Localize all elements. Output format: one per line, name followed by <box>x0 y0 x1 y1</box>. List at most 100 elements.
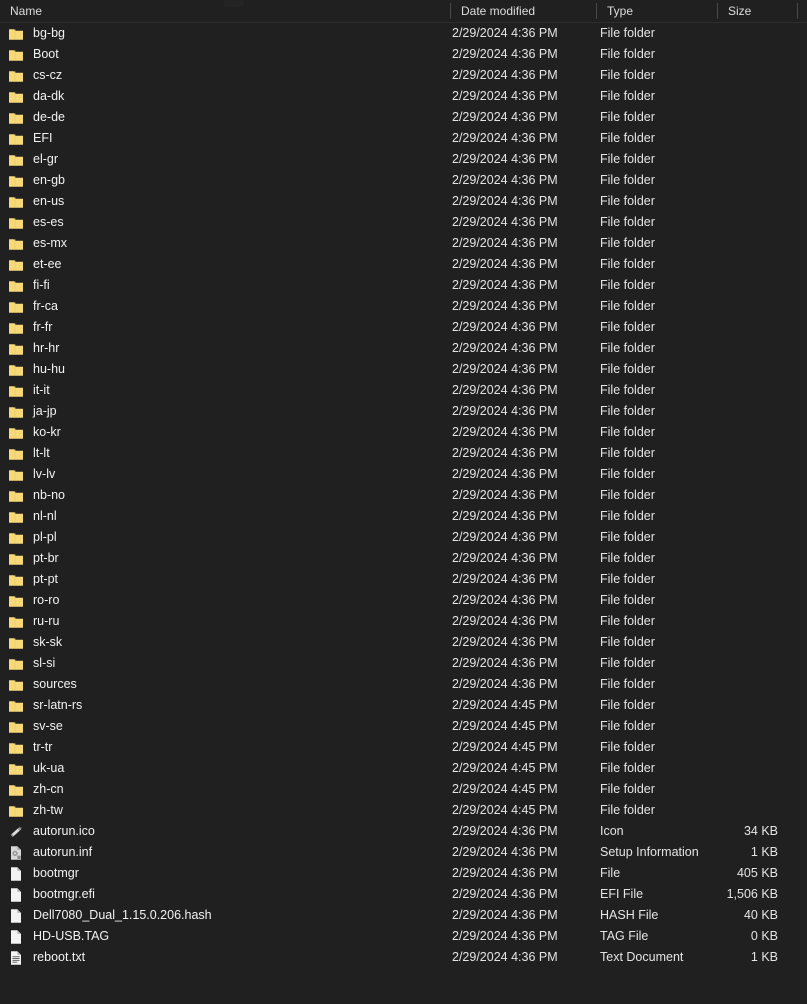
file-list-row[interactable]: zh-tw 2/29/2024 4:45 PM File folder <box>0 800 807 821</box>
cell-name[interactable]: autorun.inf <box>0 842 453 863</box>
cell-name[interactable]: Boot <box>0 44 453 65</box>
cell-name[interactable]: bg-bg <box>0 23 453 44</box>
cell-name[interactable]: cs-cz <box>0 65 453 86</box>
file-list-row[interactable]: sr-latn-rs 2/29/2024 4:45 PM File folder <box>0 695 807 716</box>
cell-name[interactable]: ja-jp <box>0 401 453 422</box>
cell-name[interactable]: Dell7080_Dual_1.15.0.206.hash <box>0 905 453 926</box>
cell-name[interactable]: uk-ua <box>0 758 453 779</box>
cell-name[interactable]: lt-lt <box>0 443 453 464</box>
file-list-row[interactable]: fr-ca 2/29/2024 4:36 PM File folder <box>0 296 807 317</box>
cell-name[interactable]: hr-hr <box>0 338 453 359</box>
file-list-row[interactable]: cs-cz 2/29/2024 4:36 PM File folder <box>0 65 807 86</box>
cell-name[interactable]: sl-si <box>0 653 453 674</box>
cell-name[interactable]: sv-se <box>0 716 453 737</box>
cell-name[interactable]: sk-sk <box>0 632 453 653</box>
column-header-type[interactable]: Type <box>597 0 717 22</box>
column-header-size[interactable]: Size <box>718 0 797 22</box>
file-list-row[interactable]: et-ee 2/29/2024 4:36 PM File folder <box>0 254 807 275</box>
cell-name[interactable]: et-ee <box>0 254 453 275</box>
cell-name[interactable]: en-us <box>0 191 453 212</box>
file-list-row[interactable]: nl-nl 2/29/2024 4:36 PM File folder <box>0 506 807 527</box>
cell-type: File folder <box>600 362 655 376</box>
cell-name[interactable]: da-dk <box>0 86 453 107</box>
file-list-row[interactable]: uk-ua 2/29/2024 4:45 PM File folder <box>0 758 807 779</box>
file-list-row[interactable]: ko-kr 2/29/2024 4:36 PM File folder <box>0 422 807 443</box>
cell-name[interactable]: EFI <box>0 128 453 149</box>
file-list-row[interactable]: en-us 2/29/2024 4:36 PM File folder <box>0 191 807 212</box>
cell-name[interactable]: nb-no <box>0 485 453 506</box>
cell-name[interactable]: es-mx <box>0 233 453 254</box>
file-list-row[interactable]: ja-jp 2/29/2024 4:36 PM File folder <box>0 401 807 422</box>
file-list-row[interactable]: tr-tr 2/29/2024 4:45 PM File folder <box>0 737 807 758</box>
file-list-row[interactable]: lv-lv 2/29/2024 4:36 PM File folder <box>0 464 807 485</box>
cell-name[interactable]: bootmgr.efi <box>0 884 453 905</box>
file-list-row[interactable]: fi-fi 2/29/2024 4:36 PM File folder <box>0 275 807 296</box>
cell-name[interactable]: ru-ru <box>0 611 453 632</box>
cell-name[interactable]: pt-br <box>0 548 453 569</box>
file-list-row[interactable]: lt-lt 2/29/2024 4:36 PM File folder <box>0 443 807 464</box>
file-list-row[interactable]: sk-sk 2/29/2024 4:36 PM File folder <box>0 632 807 653</box>
cell-name[interactable]: fr-fr <box>0 317 453 338</box>
cell-name[interactable]: es-es <box>0 212 453 233</box>
cell-name[interactable]: it-it <box>0 380 453 401</box>
cell-name[interactable]: bootmgr <box>0 863 453 884</box>
cell-name[interactable]: nl-nl <box>0 506 453 527</box>
column-divider-size-end[interactable] <box>797 3 798 19</box>
file-list-row[interactable]: sl-si 2/29/2024 4:36 PM File folder <box>0 653 807 674</box>
cell-name[interactable]: reboot.txt <box>0 947 453 968</box>
file-list-row[interactable]: de-de 2/29/2024 4:36 PM File folder <box>0 107 807 128</box>
cell-name[interactable]: fi-fi <box>0 275 453 296</box>
file-list-row[interactable]: ru-ru 2/29/2024 4:36 PM File folder <box>0 611 807 632</box>
cell-type: File folder <box>600 635 655 649</box>
file-list-row[interactable]: sv-se 2/29/2024 4:45 PM File folder <box>0 716 807 737</box>
cell-name[interactable]: el-gr <box>0 149 453 170</box>
cell-name[interactable]: pt-pt <box>0 569 453 590</box>
file-list-row[interactable]: autorun.inf 2/29/2024 4:36 PM Setup Inform… <box>0 842 807 863</box>
column-header-name[interactable]: Name <box>0 0 450 22</box>
file-list-row[interactable]: ro-ro 2/29/2024 4:36 PM File folder <box>0 590 807 611</box>
cell-name[interactable]: zh-tw <box>0 800 453 821</box>
cell-name[interactable]: sr-latn-rs <box>0 695 453 716</box>
cell-name[interactable]: HD-USB.TAG <box>0 926 453 947</box>
file-list-row[interactable]: Boot 2/29/2024 4:36 PM File folder <box>0 44 807 65</box>
file-list-row[interactable]: hr-hr 2/29/2024 4:36 PM File folder <box>0 338 807 359</box>
file-list-row[interactable]: da-dk 2/29/2024 4:36 PM File folder <box>0 86 807 107</box>
column-divider-name-date[interactable] <box>450 3 451 19</box>
file-list-row[interactable]: Dell7080_Dual_1.15.0.206.hash 2/29/2024 4… <box>0 905 807 926</box>
file-list-row[interactable]: HD-USB.TAG 2/29/2024 4:36 PM TAG File 0 KB <box>0 926 807 947</box>
column-divider-type-size[interactable] <box>717 3 718 19</box>
file-list-row[interactable]: hu-hu 2/29/2024 4:36 PM File folder <box>0 359 807 380</box>
file-list-row[interactable]: es-mx 2/29/2024 4:36 PM File folder <box>0 233 807 254</box>
file-list-row[interactable]: pt-pt 2/29/2024 4:36 PM File folder <box>0 569 807 590</box>
file-list-row[interactable]: reboot.txt 2/29/2024 4:36 PM Text Document… <box>0 947 807 968</box>
file-list-row[interactable]: en-gb 2/29/2024 4:36 PM File folder <box>0 170 807 191</box>
cell-name[interactable]: lv-lv <box>0 464 453 485</box>
cell-name[interactable]: pl-pl <box>0 527 453 548</box>
file-list-row[interactable]: it-it 2/29/2024 4:36 PM File folder <box>0 380 807 401</box>
cell-name[interactable]: sources <box>0 674 453 695</box>
file-list-row[interactable]: nb-no 2/29/2024 4:36 PM File folder <box>0 485 807 506</box>
column-header-date-modified[interactable]: Date modified <box>451 0 596 22</box>
cell-name[interactable]: fr-ca <box>0 296 453 317</box>
cell-name[interactable]: hu-hu <box>0 359 453 380</box>
file-list-row[interactable]: fr-fr 2/29/2024 4:36 PM File folder <box>0 317 807 338</box>
cell-name[interactable]: ro-ro <box>0 590 453 611</box>
file-list-row[interactable]: pl-pl 2/29/2024 4:36 PM File folder <box>0 527 807 548</box>
cell-name[interactable]: zh-cn <box>0 779 453 800</box>
file-list-row[interactable]: pt-br 2/29/2024 4:36 PM File folder <box>0 548 807 569</box>
file-list-row[interactable]: el-gr 2/29/2024 4:36 PM File folder <box>0 149 807 170</box>
file-list-row[interactable]: bg-bg 2/29/2024 4:36 PM File folder <box>0 23 807 44</box>
file-list-row[interactable]: EFI 2/29/2024 4:36 PM File folder <box>0 128 807 149</box>
cell-name[interactable]: tr-tr <box>0 737 453 758</box>
cell-name[interactable]: autorun.ico <box>0 821 453 842</box>
file-list-row[interactable]: bootmgr.efi 2/29/2024 4:36 PM EFI File 1,50… <box>0 884 807 905</box>
file-list-row[interactable]: es-es 2/29/2024 4:36 PM File folder <box>0 212 807 233</box>
file-list-row[interactable]: bootmgr 2/29/2024 4:36 PM File 405 KB <box>0 863 807 884</box>
file-list-row[interactable]: sources 2/29/2024 4:36 PM File folder <box>0 674 807 695</box>
cell-name[interactable]: ko-kr <box>0 422 453 443</box>
cell-name[interactable]: de-de <box>0 107 453 128</box>
file-list-row[interactable]: zh-cn 2/29/2024 4:45 PM File folder <box>0 779 807 800</box>
column-divider-date-type[interactable] <box>596 3 597 19</box>
file-list-row[interactable]: autorun.ico 2/29/2024 4:36 PM Icon 34 KB <box>0 821 807 842</box>
cell-name[interactable]: en-gb <box>0 170 453 191</box>
